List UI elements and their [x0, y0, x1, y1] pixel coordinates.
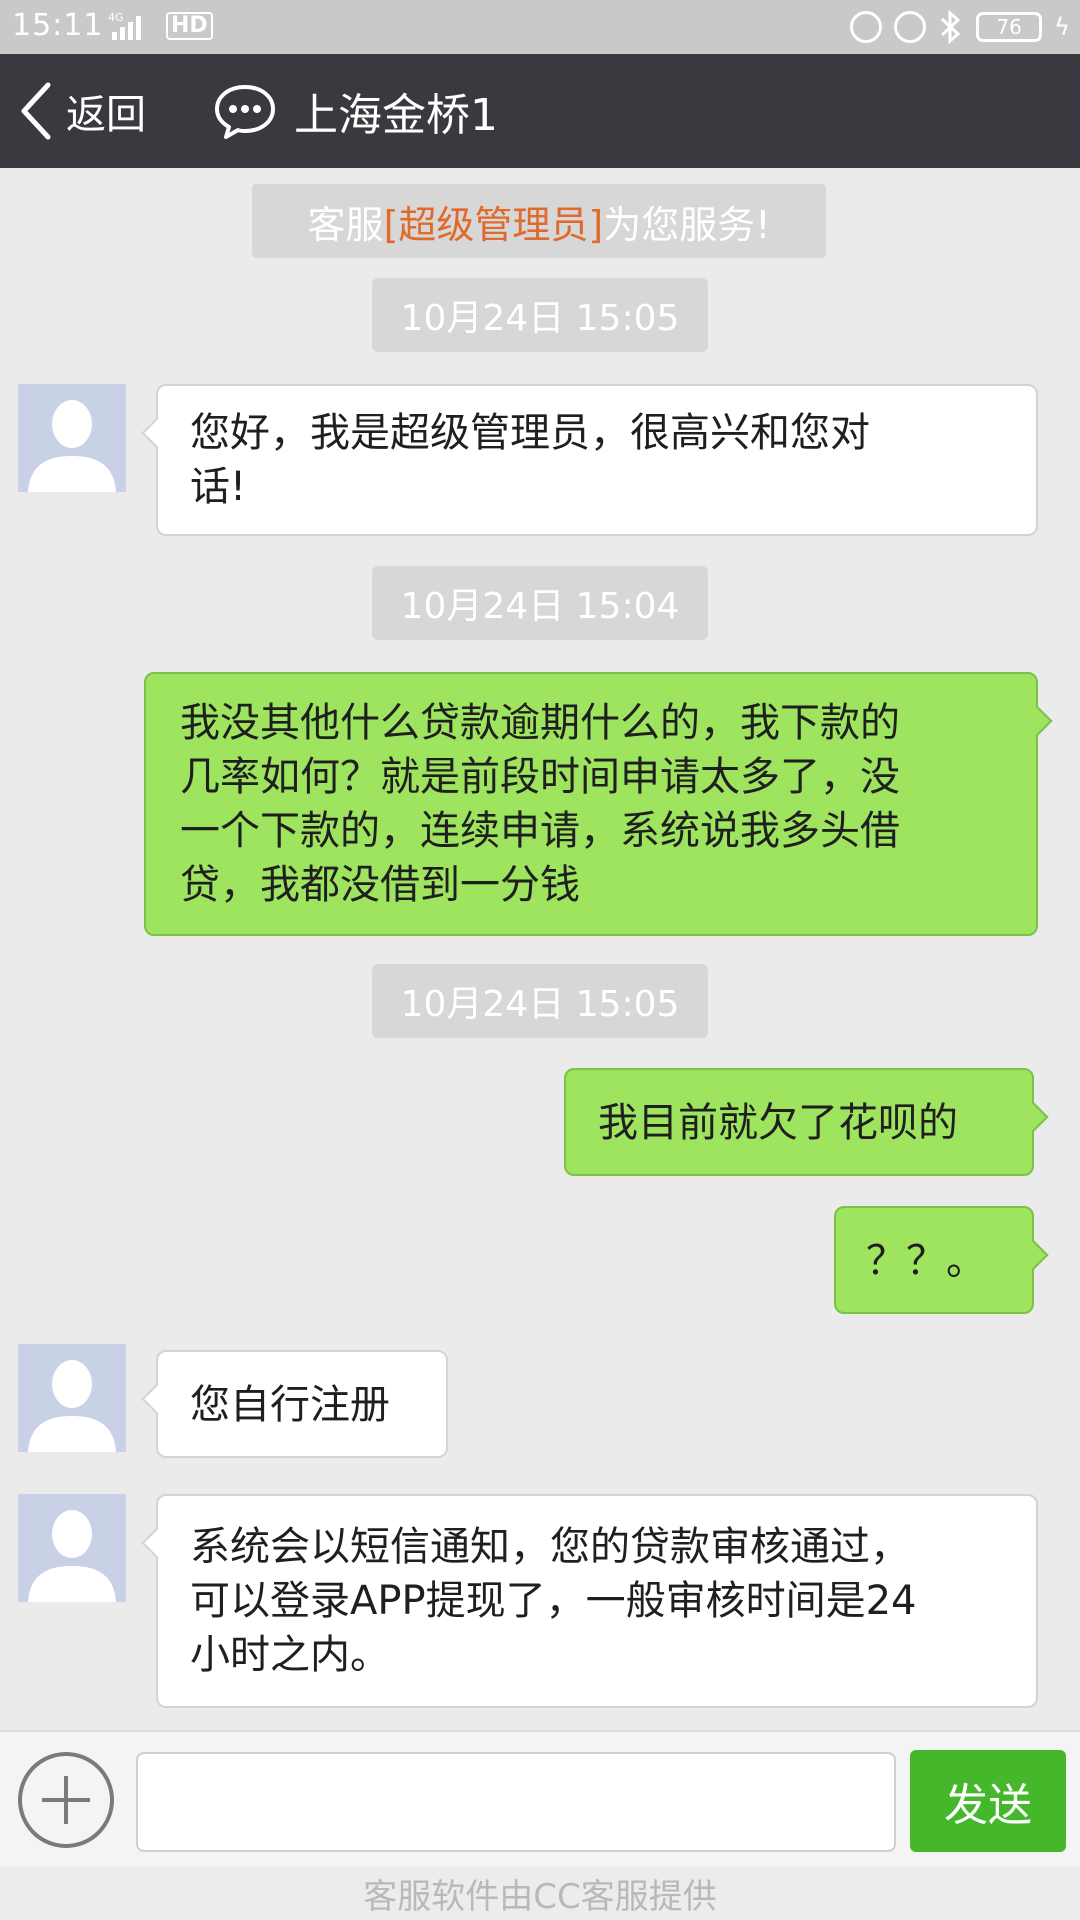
- notice-agent-name: [超级管理员]: [383, 202, 604, 247]
- signal-icon: 4G: [108, 11, 141, 40]
- message-bubble-received[interactable]: 您好，我是超级管理员，很高兴和您对 话!: [141, 384, 1038, 536]
- network-label: 4G: [108, 11, 124, 24]
- chat-bubble-icon: [215, 85, 275, 139]
- avatar[interactable]: [18, 1344, 126, 1452]
- chat-area[interactable]: 客服 [超级管理员] 为您服务! 10月24日 15:05 您好，我是超级管理员，很…: [0, 168, 1080, 1730]
- default-avatar-icon: [18, 1494, 126, 1602]
- message-bubble-sent[interactable]: 我目前就欠了花呗的: [564, 1068, 1049, 1176]
- message-line: 话!: [190, 464, 247, 510]
- chat-title-text: 上海金桥1: [294, 90, 498, 141]
- message-bubble-received[interactable]: 您自行注册: [141, 1350, 448, 1458]
- alarm-icon: [894, 11, 927, 43]
- message-line: 我目前就欠了花呗的: [598, 1100, 958, 1146]
- timestamp: 10月24日 15:05: [372, 964, 708, 1038]
- notice-suffix: 为您服务!: [603, 202, 771, 247]
- message-line: 贷，我都没借到一分钱: [180, 862, 580, 908]
- chat-header: 返回 上海金桥1: [0, 54, 1080, 168]
- lock-rotation-icon: [850, 11, 883, 43]
- notice-prefix: 客服: [307, 202, 384, 247]
- message-line: 您自行注册: [190, 1382, 390, 1428]
- status-icons: 76 ϟ: [850, 10, 1070, 44]
- back-button[interactable]: 返回: [16, 76, 146, 146]
- status-time: 15:11: [12, 8, 104, 43]
- timestamp: 10月24日 15:05: [372, 278, 708, 352]
- back-label: 返回: [66, 92, 146, 138]
- hd-icon: HD: [166, 12, 213, 40]
- message-line: 我没其他什么贷款逾期什么的，我下款的: [180, 700, 900, 746]
- message-line: ？？。: [866, 1238, 986, 1284]
- message-line: 几率如何？就是前段时间申请太多了，没: [180, 754, 900, 800]
- add-attachment-button[interactable]: [18, 1752, 114, 1848]
- bluetooth-icon: [941, 10, 961, 44]
- avatar[interactable]: [18, 1494, 126, 1602]
- status-bar: 15:11 4G HD 76 ϟ: [0, 0, 1080, 54]
- default-avatar-icon: [18, 384, 126, 492]
- message-input[interactable]: [136, 1752, 896, 1852]
- message-bubble-received[interactable]: 系统会以短信通知，您的贷款审核通过， 可以登录APP提现了，一般审核时间是24 …: [141, 1494, 1038, 1708]
- footer-credit: 客服软件由CC客服提供: [0, 1866, 1080, 1920]
- service-notice: 客服 [超级管理员] 为您服务!: [252, 184, 826, 258]
- message-bubble-sent[interactable]: ？？。: [834, 1206, 1049, 1314]
- message-line: 您好，我是超级管理员，很高兴和您对: [190, 410, 870, 456]
- message-line: 系统会以短信通知，您的贷款审核通过，: [190, 1524, 910, 1570]
- avatar[interactable]: [18, 384, 126, 492]
- default-avatar-icon: [18, 1344, 126, 1452]
- input-bar: 发送: [0, 1730, 1080, 1866]
- message-line: 可以登录APP提现了，一般审核时间是24: [190, 1578, 917, 1624]
- timestamp: 10月24日 15:04: [372, 566, 708, 640]
- chat-title: 上海金桥1: [212, 76, 498, 146]
- chevron-left-icon: [21, 82, 51, 140]
- send-button[interactable]: 发送: [910, 1750, 1066, 1852]
- message-bubble-sent[interactable]: 我没其他什么贷款逾期什么的，我下款的 几率如何？就是前段时间申请太多了，没 一个…: [144, 672, 1053, 936]
- charging-icon: ϟ: [1054, 13, 1070, 41]
- message-line: 小时之内。: [190, 1632, 390, 1678]
- battery-icon: 76: [976, 12, 1043, 42]
- message-line: 一个下款的，连续申请，系统说我多头借: [180, 808, 900, 854]
